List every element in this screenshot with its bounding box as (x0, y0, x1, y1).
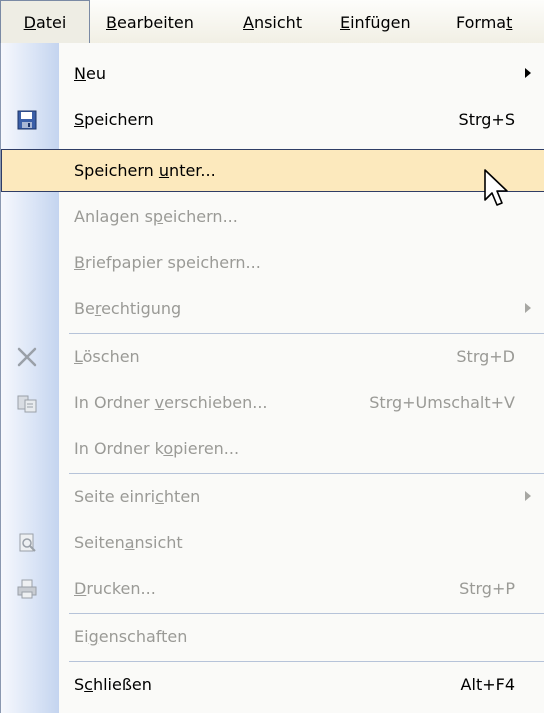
menu-item-briefpapier-speichern[interactable]: Briefpapier speichern... (1, 241, 544, 284)
menu-item-drucken[interactable]: Drucken... Strg+P (1, 567, 544, 610)
menu-item-label: Löschen (74, 347, 140, 366)
menu-datei-mnemonic: D (23, 13, 36, 32)
menu-item-label: Neu (74, 64, 106, 83)
menu-ansicht-mnemonic: A (243, 13, 254, 32)
menu-einfuegen-mnemonic: E (340, 13, 351, 32)
menu-datei[interactable]: Datei (0, 0, 90, 44)
shortcut-text: Strg+P (459, 579, 515, 598)
shortcut-text: Alt+F4 (460, 675, 515, 694)
menu-item-label: Anlagen speichern... (74, 207, 238, 226)
menu-item-anlagen-speichern[interactable]: Anlagen speichern... (1, 195, 544, 238)
shortcut-text: Strg+D (456, 347, 515, 366)
print-icon (15, 577, 39, 601)
menu-bar: Datei Bearbeiten Ansicht Einfügen Format (0, 0, 544, 45)
menu-item-in-ordner-kopieren[interactable]: In Ordner kopieren... (1, 427, 544, 470)
menu-bearbeiten[interactable]: Bearbeiten (106, 10, 194, 36)
menu-item-eigenschaften[interactable]: Eigenschaften (1, 615, 544, 658)
datei-dropdown-menu: Neu Speichern Strg+S Speichern unter... … (0, 43, 544, 713)
menu-separator (69, 333, 544, 334)
menu-item-loeschen[interactable]: Löschen Strg+D (1, 335, 544, 378)
mouse-cursor-icon (482, 168, 516, 214)
menu-datei-text-rest: atei (35, 13, 67, 32)
menu-ansicht[interactable]: Ansicht (243, 10, 302, 36)
menu-separator (69, 661, 544, 662)
menu-item-label: Eigenschaften (74, 627, 188, 646)
menu-item-label: Schließen (74, 675, 152, 694)
menu-einfuegen[interactable]: Einfügen (340, 10, 411, 36)
menu-item-label: Speichern unter... (74, 161, 216, 180)
menu-item-schliessen[interactable]: Schließen Alt+F4 (1, 663, 544, 706)
menu-item-neu[interactable]: Neu (1, 52, 544, 95)
menu-item-label: Berechtigung (74, 299, 182, 318)
menu-item-speichern[interactable]: Speichern Strg+S (1, 98, 544, 141)
menu-item-label: Seitenansicht (74, 533, 183, 552)
menu-item-label: In Ordner kopieren... (74, 439, 240, 458)
menu-item-label: Briefpapier speichern... (74, 253, 261, 272)
menu-einfuegen-text-rest: infügen (350, 13, 411, 32)
menu-format[interactable]: Format (456, 10, 512, 36)
menu-item-seite-einrichten[interactable]: Seite einrichten (1, 475, 544, 518)
shortcut-text: Strg+S (458, 110, 515, 129)
icon-strip (1, 43, 59, 713)
menu-item-berechtigung[interactable]: Berechtigung (1, 287, 544, 330)
menu-item-label: Speichern (74, 110, 154, 129)
save-icon (15, 108, 39, 132)
move-to-folder-icon (15, 391, 39, 415)
submenu-arrow-icon (525, 68, 531, 78)
submenu-arrow-icon (525, 491, 531, 501)
menu-separator (69, 613, 544, 614)
menu-item-seitenansicht[interactable]: Seitenansicht (1, 521, 544, 564)
submenu-arrow-icon (525, 303, 531, 313)
menu-item-speichern-unter[interactable]: Speichern unter... (1, 149, 544, 192)
delete-icon (15, 345, 39, 369)
menu-item-in-ordner-verschieben[interactable]: In Ordner verschieben... Strg+Umschalt+V (1, 381, 544, 424)
menu-bearbeiten-mnemonic: B (106, 13, 117, 32)
menu-bearbeiten-text-rest: earbeiten (116, 13, 194, 32)
menu-ansicht-text-rest: nsicht (253, 13, 303, 32)
shortcut-text: Strg+Umschalt+V (369, 393, 515, 412)
menu-format-text: Forma (456, 13, 507, 32)
print-preview-icon (15, 531, 39, 555)
menu-item-label: Drucken... (74, 579, 156, 598)
menu-item-label: In Ordner verschieben... (74, 393, 268, 412)
menu-format-mnemonic: t (506, 13, 513, 32)
menu-separator (69, 473, 544, 474)
menu-item-label: Seite einrichten (74, 487, 201, 506)
